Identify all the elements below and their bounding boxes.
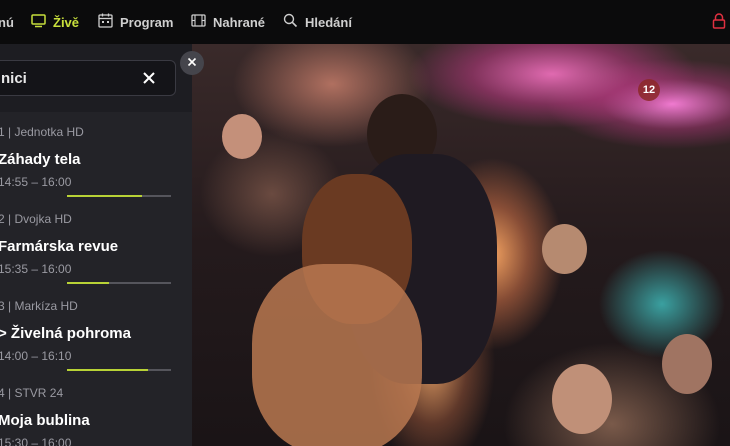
nav-item-menu-label: nú: [0, 14, 14, 30]
tv-icon: [31, 13, 53, 31]
list-item[interactable]: 4 | STVR 24 Moja bublina 15:30 – 16:00: [0, 373, 192, 446]
nav-item-live-label: Živě: [53, 14, 80, 30]
top-navigation: nú Živě Program Nahrané Hledání: [0, 0, 730, 44]
nav-item-program[interactable]: Program: [98, 0, 173, 44]
program-progress-fill: [67, 195, 142, 197]
program-progress: [67, 195, 171, 197]
nav-item-menu[interactable]: nú: [0, 0, 14, 44]
list-item[interactable]: 2 | Dvojka HD Farmárska revue 15:35 – 16…: [0, 199, 192, 286]
nav-item-search-label: Hledání: [305, 14, 352, 30]
program-title: Farmárska revue: [0, 238, 119, 255]
program-title: > Živelná pohroma: [0, 325, 131, 342]
video-player[interactable]: 12: [192, 44, 730, 446]
video-figure: [542, 224, 587, 274]
nav-item-program-label: Program: [120, 14, 174, 30]
search-input-value: nici: [1, 70, 27, 87]
program-time: 15:30 – 16:00: [0, 436, 72, 446]
program-time: 14:55 – 16:00: [0, 175, 72, 189]
program-progress: [67, 282, 171, 284]
search-icon: [283, 13, 305, 31]
video-figure: [222, 114, 262, 159]
nav-item-recorded[interactable]: Nahrané: [191, 0, 265, 44]
channel-name: 4 | STVR 24: [0, 386, 64, 400]
nav-item-search[interactable]: Hledání: [283, 0, 352, 44]
video-figure: [552, 364, 612, 434]
video-figure: [662, 334, 712, 394]
film-icon: [191, 14, 213, 30]
channel-name: 1 | Jednotka HD: [0, 125, 84, 139]
program-title: Záhady tela: [0, 151, 81, 168]
program-time: 14:00 – 16:10: [0, 349, 72, 363]
channel-list: 1 | Jednotka HD Záhady tela 14:55 – 16:0…: [0, 112, 192, 446]
channel-name: 2 | Dvojka HD: [0, 212, 72, 226]
program-time: 15:35 – 16:00: [0, 262, 72, 276]
nav-item-recorded-label: Nahrané: [213, 14, 266, 30]
search-input[interactable]: nici: [0, 60, 176, 96]
close-icon: [187, 54, 197, 72]
calendar-icon: [98, 13, 120, 31]
channel-name: 3 | Markíza HD: [0, 299, 78, 313]
channel-sidebar: nici 1 | Jednotka HD Záhady tela 14:55 –…: [0, 44, 192, 446]
program-title: Moja bublina: [0, 412, 90, 429]
lock-icon[interactable]: [712, 13, 726, 34]
program-progress-fill: [67, 282, 109, 284]
clear-search-icon[interactable]: [141, 70, 157, 91]
list-item[interactable]: 3 | Markíza HD > Živelná pohroma 14:00 –…: [0, 286, 192, 373]
video-figure: [252, 264, 422, 446]
list-item[interactable]: 1 | Jednotka HD Záhady tela 14:55 – 16:0…: [0, 112, 192, 199]
age-rating-badge: 12: [638, 79, 660, 101]
program-progress-fill: [67, 369, 149, 371]
program-progress: [67, 369, 171, 371]
close-sidebar-button[interactable]: [180, 51, 204, 75]
nav-item-live[interactable]: Živě: [31, 0, 79, 44]
